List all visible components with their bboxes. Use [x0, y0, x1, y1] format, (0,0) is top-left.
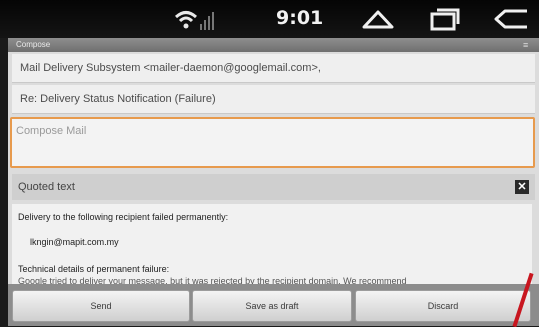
window-title: Compose [16, 40, 51, 49]
quoted-text-body: Delivery to the following recipient fail… [12, 204, 532, 284]
quoted-line-details-heading: Technical details of permanent failure: [18, 264, 170, 274]
action-button-bar: Send Save as draft Discard [8, 284, 539, 326]
status-bar: 9:01 [0, 0, 539, 38]
wifi-icon [174, 11, 214, 30]
clock: 9:01 [276, 7, 324, 29]
quoted-text-label: Quoted text [18, 181, 75, 193]
back-icon[interactable] [493, 7, 529, 31]
quoted-line-failure: Delivery to the following recipient fail… [18, 212, 229, 222]
to-field[interactable]: Mail Delivery Subsystem <mailer-daemon@g… [12, 54, 535, 83]
send-button[interactable]: Send [12, 290, 190, 322]
quoted-line-details-text: Google tried to deliver your message, bu… [18, 276, 407, 284]
compose-mail-input[interactable] [12, 119, 515, 143]
discard-button[interactable]: Discard [355, 290, 531, 322]
save-draft-button[interactable]: Save as draft [192, 290, 352, 322]
close-icon[interactable]: ✕ [515, 180, 529, 194]
signal-icon [200, 12, 214, 30]
compose-window: Compose ≡ Mail Delivery Subsystem <maile… [8, 38, 539, 326]
quoted-text-bar[interactable]: Quoted text ✕ [12, 174, 535, 200]
window-menu-icon[interactable]: ≡ [523, 40, 533, 50]
compose-mail-field[interactable] [10, 117, 535, 168]
window-titlebar: Compose ≡ [8, 38, 539, 52]
home-icon[interactable] [361, 7, 395, 31]
quoted-line-recipient: lkngin@mapit.com.my [30, 237, 119, 247]
subject-field[interactable]: Re: Delivery Status Notification (Failur… [12, 85, 535, 114]
recent-apps-icon[interactable] [428, 7, 460, 31]
